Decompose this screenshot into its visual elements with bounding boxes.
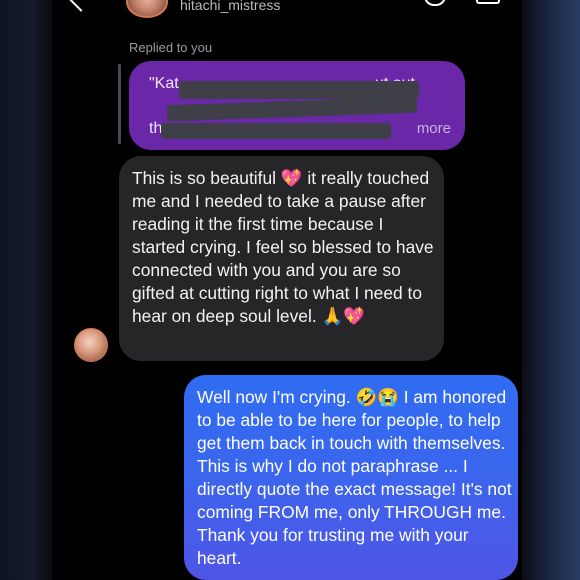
quoted-text-start: "Kat [149,75,179,92]
see-more-link[interactable]: more [417,120,451,137]
redaction-scribble [166,96,418,122]
outgoing-message-text: Well now I'm crying. 🤣😭 I am honored to … [197,387,512,568]
outgoing-message-bubble[interactable]: Well now I'm crying. 🤣😭 I am honored to … [184,375,518,580]
incoming-message-text: This is so beautiful 💖 it really touched… [132,168,434,326]
redaction-scribble [161,123,391,139]
dm-thread: hitachi_mistress Replied to you "Kat ut … [52,0,522,580]
back-arrow-icon[interactable] [68,0,94,12]
phone-call-icon[interactable] [424,0,446,6]
redaction-scribble [179,81,419,99]
background-right-edge [520,0,580,580]
background-left-edge [0,0,52,580]
header-username[interactable]: hitachi_mistress [180,0,280,13]
sender-avatar[interactable] [74,328,108,362]
quoted-message-bubble[interactable]: "Kat ut out th more [129,61,465,150]
incoming-message-bubble[interactable]: This is so beautiful 💖 it really touched… [119,156,444,361]
video-call-icon[interactable] [476,0,500,4]
header-avatar[interactable] [126,0,168,18]
reply-indicator-bar [118,64,121,144]
replied-to-label: Replied to you [129,40,213,55]
